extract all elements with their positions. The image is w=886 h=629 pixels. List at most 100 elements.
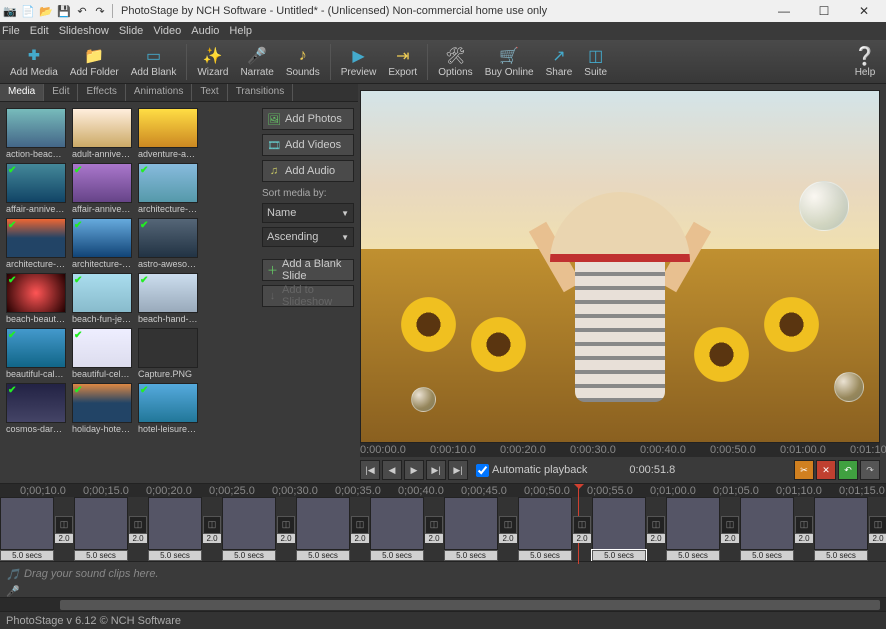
add-folder-button[interactable]: 📁Add Folder [64, 43, 125, 80]
next-button[interactable]: ▶| [426, 460, 446, 480]
options-button[interactable]: 🛠Options [432, 43, 478, 80]
media-thumbnails[interactable]: action-beach-care...adult-anniversary...… [0, 102, 258, 483]
transition[interactable]: ◫2.0 [276, 511, 296, 547]
add-blank-slide-button[interactable]: ＋Add a Blank Slide [262, 259, 354, 281]
menu-audio[interactable]: Audio [191, 25, 219, 37]
menu-help[interactable]: Help [229, 25, 252, 37]
close-button[interactable]: ✕ [844, 0, 884, 22]
media-thumb[interactable]: adventure-art-ball... [138, 108, 198, 159]
timeline-clip[interactable]: 5.0 secs [74, 497, 128, 561]
timeline-scrollbar[interactable] [0, 597, 886, 611]
audio-track[interactable]: 🎵 Drag your sound clips here. [0, 561, 886, 585]
redo-button[interactable]: ↷ [860, 460, 880, 480]
media-thumb[interactable]: ✔architecture-buildi... [72, 218, 132, 269]
sort-field-select[interactable]: Name▼ [262, 203, 354, 223]
media-thumb[interactable]: ✔holiday-hotel-las-v... [72, 383, 132, 434]
menu-file[interactable]: File [2, 25, 20, 37]
qat-open-icon[interactable]: 📂 [38, 3, 54, 19]
transition[interactable]: ◫2.0 [424, 511, 444, 547]
timeline-clip[interactable]: 5.0 secs [740, 497, 794, 561]
auto-playback-checkbox[interactable]: Automatic playback [476, 464, 587, 477]
preview-button[interactable]: ▶Preview [335, 43, 383, 80]
media-thumb[interactable]: ✔beautiful-celebrati... [72, 328, 132, 379]
transition[interactable]: ◫2.0 [54, 511, 74, 547]
media-thumb[interactable]: adult-anniversary... [72, 108, 132, 159]
suite-button[interactable]: ◫Suite [578, 43, 613, 80]
transition[interactable]: ◫2.0 [572, 511, 592, 547]
transition[interactable]: ◫2.0 [868, 511, 886, 547]
media-thumb[interactable]: action-beach-care... [6, 108, 66, 159]
transition[interactable]: ◫2.0 [202, 511, 222, 547]
tab-media[interactable]: Media [0, 84, 44, 101]
timeline-clip[interactable]: 5.0 secs [370, 497, 424, 561]
timeline-clip[interactable]: 5.0 secs [444, 497, 498, 561]
transition[interactable]: ◫2.0 [128, 511, 148, 547]
maximize-button[interactable]: ☐ [804, 0, 844, 22]
qat-icon-1[interactable]: 📷 [2, 3, 18, 19]
preview-time-ruler[interactable]: 0:00:00.00:00:10.00:00:20.00:00:30.00:00… [360, 443, 880, 457]
add-media-button[interactable]: 🞧Add Media [4, 43, 64, 80]
transition[interactable]: ◫2.0 [350, 511, 370, 547]
media-thumb[interactable]: ✔beautiful-calm-clo... [6, 328, 66, 379]
qat-redo-icon[interactable]: ↷ [92, 3, 108, 19]
menu-slideshow[interactable]: Slideshow [59, 25, 109, 37]
help-button[interactable]: ❔Help [848, 43, 882, 80]
media-thumb[interactable]: ✔cosmos-dark-eveni... [6, 383, 66, 434]
media-thumb[interactable]: ✔affair-anniversary... [6, 163, 66, 214]
transition[interactable]: ◫2.0 [498, 511, 518, 547]
transition[interactable]: ◫2.0 [794, 511, 814, 547]
tab-animations[interactable]: Animations [126, 84, 192, 101]
sounds-button[interactable]: ♪Sounds [280, 43, 326, 80]
media-thumb[interactable]: ✔beach-fun-jet-ski-... [72, 273, 132, 324]
wizard-button[interactable]: ✨Wizard [191, 43, 234, 80]
add-to-slideshow-button[interactable]: ↓Add to Slideshow [262, 285, 354, 307]
timeline-clip[interactable]: 5.0 secs [666, 497, 720, 561]
media-thumb[interactable]: ✔hotel-leisure-palm-... [138, 383, 198, 434]
timeline-track[interactable]: 5.0 secs◫2.05.0 secs◫2.05.0 secs◫2.05.0 … [0, 497, 886, 561]
media-thumb[interactable]: ✔beach-hand-ice-cr... [138, 273, 198, 324]
menu-video[interactable]: Video [153, 25, 181, 37]
add-videos-button[interactable]: 🎞Add Videos [262, 134, 354, 156]
timeline-clip[interactable]: 5.0 secs [592, 497, 646, 561]
media-thumb[interactable]: ✔affair-anniversary-... [72, 163, 132, 214]
timeline-clip[interactable]: 5.0 secs [0, 497, 54, 561]
media-thumb[interactable]: Capture.PNG [138, 328, 198, 379]
cut-button[interactable]: ✂ [794, 460, 814, 480]
timeline-clip[interactable]: 5.0 secs [222, 497, 276, 561]
timeline-clip[interactable]: 5.0 secs [148, 497, 202, 561]
media-thumb[interactable]: ✔astro-awesome-bl... [138, 218, 198, 269]
transition[interactable]: ◫2.0 [646, 511, 666, 547]
export-button[interactable]: ⇥Export [382, 43, 423, 80]
tab-transitions[interactable]: Transitions [228, 84, 294, 101]
add-blank-button[interactable]: ▭Add Blank [125, 43, 183, 80]
go-end-button[interactable]: ▶| [448, 460, 468, 480]
timeline-clip[interactable]: 5.0 secs [518, 497, 572, 561]
tab-text[interactable]: Text [192, 84, 227, 101]
media-thumb[interactable]: ✔architecture-barg... [6, 218, 66, 269]
menu-slide[interactable]: Slide [119, 25, 143, 37]
qat-save-icon[interactable]: 💾 [56, 3, 72, 19]
share-button[interactable]: ↗Share [540, 43, 579, 80]
add-audio-button[interactable]: ♫Add Audio [262, 160, 354, 182]
undo-button[interactable]: ↶ [838, 460, 858, 480]
tab-effects[interactable]: Effects [78, 84, 125, 101]
sort-order-select[interactable]: Ascending▼ [262, 227, 354, 247]
tab-edit[interactable]: Edit [44, 84, 78, 101]
timeline-clip[interactable]: 5.0 secs [296, 497, 350, 561]
minimize-button[interactable]: — [764, 0, 804, 22]
go-start-button[interactable]: |◀ [360, 460, 380, 480]
media-thumb[interactable]: ✔architecture-ballo... [138, 163, 198, 214]
transition[interactable]: ◫2.0 [720, 511, 740, 547]
qat-undo-icon[interactable]: ↶ [74, 3, 90, 19]
menu-edit[interactable]: Edit [30, 25, 49, 37]
qat-new-icon[interactable]: 📄 [20, 3, 36, 19]
play-button[interactable]: ▶ [404, 460, 424, 480]
delete-button[interactable]: ✕ [816, 460, 836, 480]
buy-online-button[interactable]: 🛒Buy Online [479, 43, 540, 80]
add-photos-button[interactable]: 🖼Add Photos [262, 108, 354, 130]
narrate-button[interactable]: 🎤Narrate [234, 43, 279, 80]
timeline-clip[interactable]: 5.0 secs [814, 497, 868, 561]
prev-button[interactable]: ◀ [382, 460, 402, 480]
media-thumb[interactable]: ✔beach-beautiful-bi... [6, 273, 66, 324]
timeline-ruler[interactable]: 0;00;10.00;00;15.00;00;20.00;00;25.00;00… [0, 483, 886, 497]
